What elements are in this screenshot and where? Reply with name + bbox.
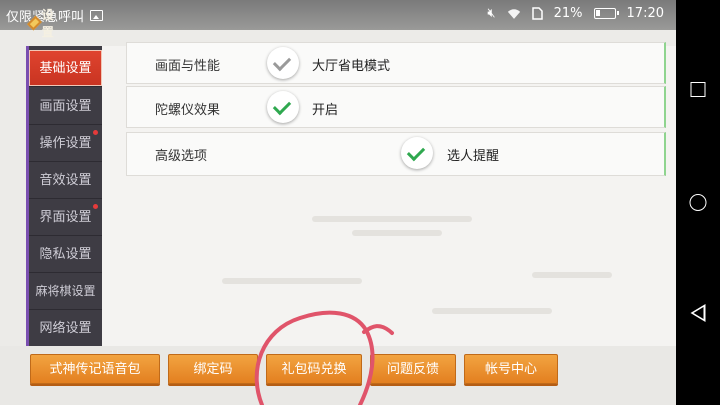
cloud-decoration (352, 230, 442, 236)
sidebar-item-label: 网络设置 (39, 321, 92, 336)
sidebar-item-audio[interactable]: 音效设置 (29, 162, 102, 199)
home-icon[interactable] (689, 194, 707, 211)
setting-label: 陀螺仪效果 (155, 103, 221, 118)
image-notification-icon (90, 10, 104, 21)
clock: 17:20 (626, 6, 664, 21)
checkbox-pick-reminder[interactable] (401, 137, 433, 169)
bind-code-button[interactable]: 绑定码 (168, 354, 258, 384)
sidebar-item-privacy[interactable]: 隐私设置 (29, 236, 102, 273)
shikigami-voice-pack-button[interactable]: 式神传记语音包 (30, 354, 160, 384)
gift-code-redeem-button[interactable]: 礼包码兑换 (266, 354, 362, 384)
option-label: 选人提醒 (447, 149, 500, 164)
android-nav-bar (676, 0, 720, 405)
back-icon[interactable] (690, 304, 706, 322)
setting-row-graphics-performance: 画面与性能 大厅省电模式 (126, 42, 666, 84)
battery-icon (593, 8, 619, 19)
button-label: 礼包码兑换 (281, 362, 347, 377)
sidebar-item-label: 音效设置 (39, 173, 92, 188)
setting-label: 画面与性能 (155, 59, 221, 74)
button-label: 帐号中心 (484, 362, 537, 377)
sidebar-item-graphics[interactable]: 画面设置 (29, 88, 102, 125)
wifi-icon (507, 8, 520, 19)
setting-label: 高级选项 (155, 149, 208, 164)
option-label: 大厅省电模式 (312, 59, 391, 74)
button-label: 问题反馈 (386, 362, 439, 377)
settings-title-text: 设置 (41, 8, 54, 39)
button-label: 绑定码 (193, 362, 233, 377)
settings-title: 设置 (27, 8, 56, 39)
sidebar-item-label: 画面设置 (39, 99, 92, 114)
cloud-decoration (222, 278, 362, 284)
account-center-button[interactable]: 帐号中心 (464, 354, 558, 384)
sidebar-item-network[interactable]: 网络设置 (29, 310, 102, 347)
sim-icon (531, 7, 543, 20)
game-logo-icon (27, 15, 42, 31)
status-bar: 仅限紧急呼叫 🔇︎ 21% 17:20 (0, 0, 676, 30)
notification-dot (93, 130, 98, 135)
recent-apps-icon[interactable] (690, 82, 706, 97)
button-label: 式神传记语音包 (49, 362, 141, 377)
sidebar-item-label: 基础设置 (39, 61, 92, 76)
sidebar-item-label: 界面设置 (39, 210, 92, 225)
sidebar-item-mahjong[interactable]: 麻将棋设置 (29, 273, 102, 310)
sidebar-item-label: 操作设置 (39, 136, 92, 151)
option-label: 开启 (312, 103, 339, 118)
checkbox-gyroscope-on[interactable] (267, 91, 299, 123)
mute-icon: 🔇︎ (487, 6, 496, 21)
sidebar-item-controls[interactable]: 操作设置 (29, 125, 102, 162)
settings-sidebar: 基础设置 画面设置 操作设置 音效设置 界面设置 隐私设置 麻将棋设置 网络设置 (26, 46, 102, 347)
sidebar-item-label: 隐私设置 (39, 247, 92, 262)
cloud-decoration (312, 216, 472, 222)
notification-dot (93, 204, 98, 209)
sidebar-item-label: 麻将棋设置 (35, 284, 96, 298)
settings-panel: 画面与性能 大厅省电模式 陀螺仪效果 开启 高级选项 选人提醒 (102, 42, 676, 346)
cloud-decoration (432, 308, 552, 314)
checkbox-power-saving[interactable] (267, 47, 299, 79)
sidebar-item-interface[interactable]: 界面设置 (29, 199, 102, 236)
setting-row-gyroscope: 陀螺仪效果 开启 (126, 86, 666, 128)
bottom-button-bar: 式神传记语音包 绑定码 礼包码兑换 问题反馈 帐号中心 (0, 346, 676, 405)
setting-row-advanced: 高级选项 选人提醒 (126, 132, 666, 176)
cloud-decoration (532, 272, 612, 278)
sidebar-item-basic[interactable]: 基础设置 (29, 50, 102, 87)
battery-percent: 21% (553, 6, 583, 21)
feedback-button[interactable]: 问题反馈 (370, 354, 456, 384)
